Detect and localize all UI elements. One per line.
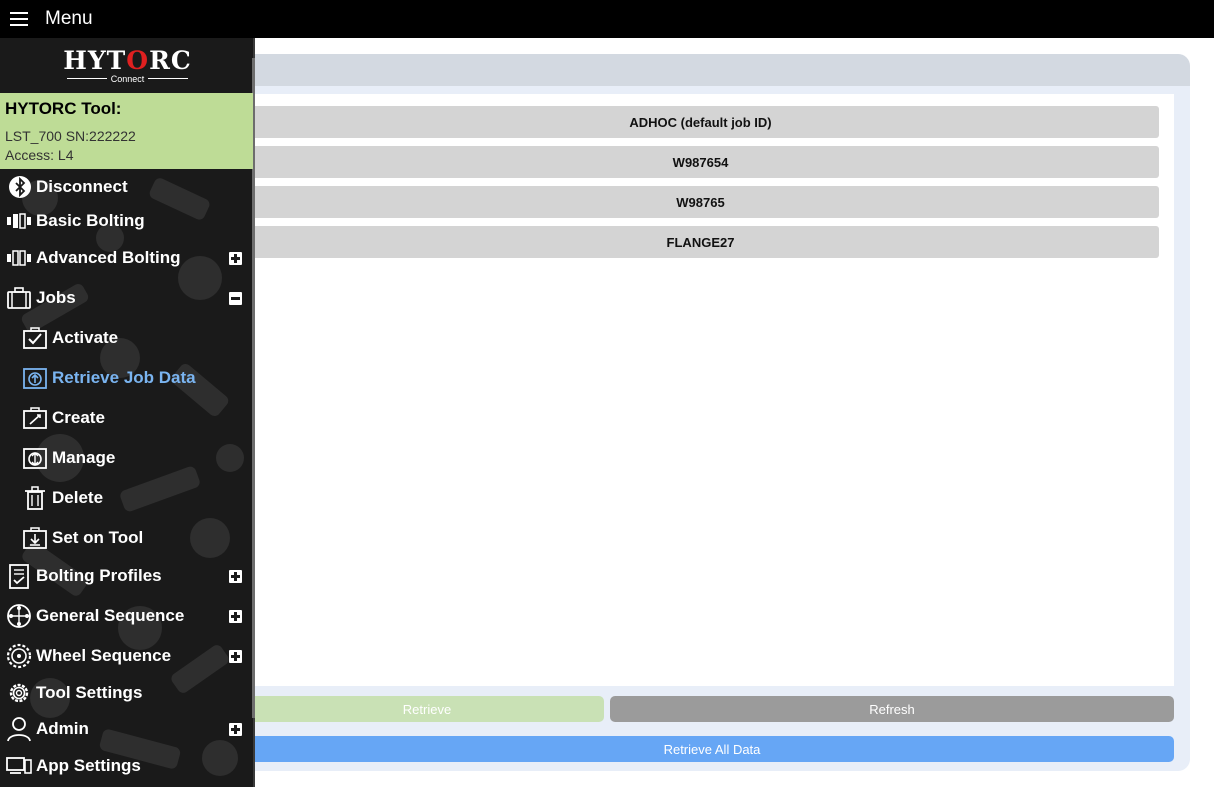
nav-label: Admin	[36, 719, 89, 738]
nav-delete[interactable]: Delete	[0, 480, 253, 516]
manage-icon	[22, 445, 48, 471]
nav-label: Delete	[52, 488, 104, 507]
wheel-icon	[6, 643, 32, 669]
panel-header	[215, 54, 1190, 86]
nav-label: Advanced Bolting	[36, 248, 181, 267]
tool-access: Access: L4	[5, 147, 74, 163]
expand-plus-icon[interactable]	[229, 723, 242, 736]
nav-label: Disconnect	[36, 177, 128, 196]
retrieve-all-data-button[interactable]: Retrieve All Data	[250, 736, 1174, 762]
nav-jobs[interactable]: Jobs	[0, 280, 253, 316]
nav-label: Bolting Profiles	[36, 566, 162, 585]
logo-subtitle: Connect	[110, 73, 145, 84]
nav-set-on-tool[interactable]: Set on Tool	[0, 520, 253, 556]
gear-icon	[6, 680, 32, 706]
nav-label: Basic Bolting	[36, 211, 145, 230]
nav-advanced-bolting[interactable]: Advanced Bolting	[0, 240, 253, 276]
refresh-button[interactable]: Refresh	[610, 696, 1174, 722]
job-list	[247, 94, 1174, 686]
retrieve-job-data-icon	[22, 365, 48, 391]
clipboard-check-icon	[6, 563, 32, 589]
job-label: ADHOC (default job ID)	[629, 114, 772, 130]
nav-bolting-profiles[interactable]: Bolting Profiles	[0, 558, 253, 594]
collapse-minus-icon[interactable]	[229, 292, 242, 305]
tool-info-panel: HYTORC Tool: LST_700 SN:222222 Access: L…	[0, 93, 253, 169]
trash-icon	[22, 485, 48, 511]
logo-text: HYTORC	[63, 45, 192, 75]
retrieve-button[interactable]: Retrieve	[250, 696, 604, 722]
expand-plus-icon[interactable]	[229, 610, 242, 623]
nav-wheel-sequence[interactable]: Wheel Sequence	[0, 638, 253, 674]
nav-label: Create	[52, 408, 105, 427]
hamburger-menu-icon[interactable]	[10, 12, 28, 26]
nav-admin[interactable]: Admin	[0, 711, 253, 747]
menu-title: Menu	[45, 8, 93, 29]
set-on-tool-icon	[22, 525, 48, 551]
job-label: W98765	[676, 194, 725, 210]
nav-disconnect[interactable]: Disconnect	[0, 169, 253, 205]
expand-plus-icon[interactable]	[229, 650, 242, 663]
nav-label: Retrieve Job Data	[52, 368, 196, 387]
nav-create[interactable]: Create	[0, 400, 253, 436]
nav-basic-bolting[interactable]: Basic Bolting	[0, 203, 253, 239]
nav-label: Tool Settings	[36, 683, 143, 702]
job-label: FLANGE27	[666, 234, 735, 250]
create-icon	[22, 405, 48, 431]
nav-label: Activate	[52, 328, 119, 347]
tool-heading: HYTORC Tool:	[5, 99, 122, 118]
devices-icon	[6, 753, 32, 779]
job-row-w987654[interactable]: W987654	[242, 146, 1159, 178]
job-row-w98765[interactable]: W98765	[242, 186, 1159, 218]
hytorc-logo: HYTORC Connect	[0, 38, 255, 93]
basic-bolting-icon	[6, 208, 32, 234]
job-row-adhoc[interactable]: ADHOC (default job ID)	[242, 106, 1159, 138]
expand-plus-icon[interactable]	[229, 570, 242, 583]
advanced-bolting-icon	[6, 245, 32, 271]
nav-label: General Sequence	[36, 606, 185, 625]
top-bar: Menu	[0, 0, 1214, 38]
nav-label: Wheel Sequence	[36, 646, 172, 665]
nav-retrieve-job-data[interactable]: Retrieve Job Data	[0, 360, 253, 396]
bluetooth-icon	[7, 174, 33, 200]
nav-tool-settings[interactable]: Tool Settings	[0, 675, 253, 711]
activate-icon	[22, 325, 48, 351]
nav-label: Set on Tool	[52, 528, 144, 547]
briefcase-icon	[6, 285, 32, 311]
nav-label: Manage	[52, 448, 116, 467]
expand-plus-icon[interactable]	[229, 252, 242, 265]
job-label: W987654	[672, 154, 729, 170]
nav-label: App Settings	[36, 756, 141, 775]
crosshair-sequence-icon	[6, 603, 32, 629]
user-icon	[6, 716, 32, 742]
nav-manage[interactable]: Manage	[0, 440, 253, 476]
sidebar-menu: HYTORC Connect HYTORC Tool: LST_700 SN:2…	[0, 38, 255, 787]
nav-activate[interactable]: Activate	[0, 320, 253, 356]
job-row-flange27[interactable]: FLANGE27	[242, 226, 1159, 258]
nav-general-sequence[interactable]: General Sequence	[0, 598, 253, 634]
nav-label: Jobs	[36, 288, 76, 307]
nav-app-settings[interactable]: App Settings	[0, 748, 253, 784]
tool-model: LST_700 SN:222222	[5, 128, 136, 144]
